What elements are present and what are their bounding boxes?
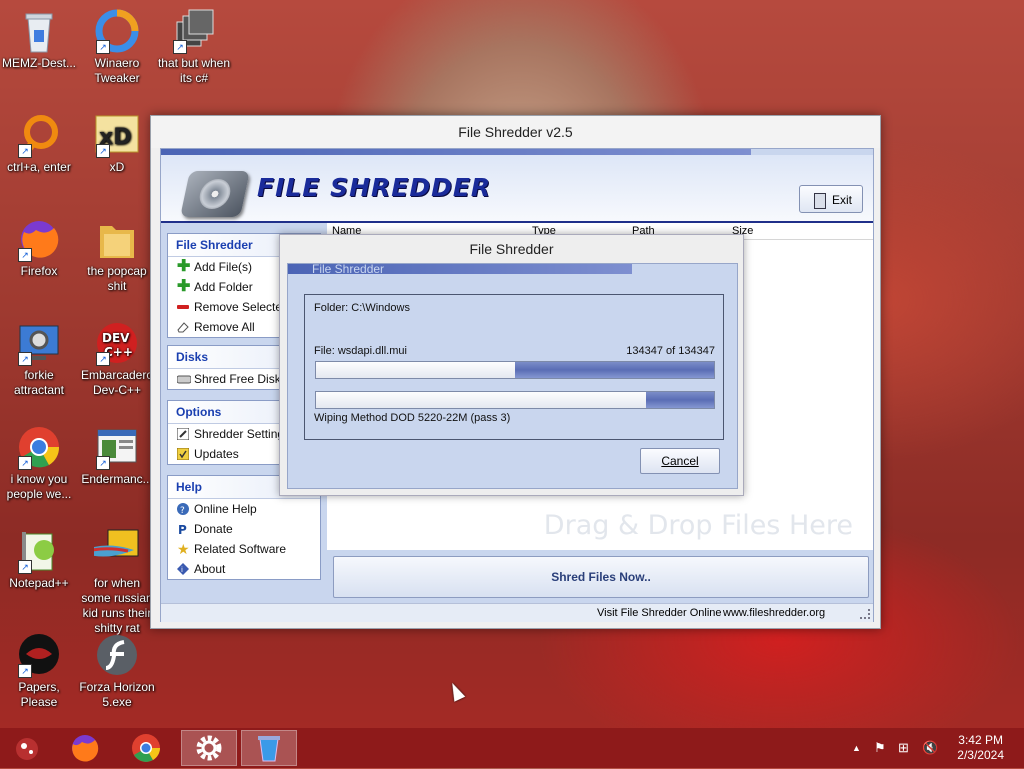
- desktop-icon-popcap[interactable]: the popcap shit: [78, 216, 156, 294]
- website-link[interactable]: www.fileshredder.org: [723, 604, 825, 622]
- door-icon: [814, 193, 826, 209]
- stacked-windows-icon: ↗: [171, 8, 217, 54]
- shred-files-now-button[interactable]: Shred Files Now..: [333, 556, 869, 598]
- help-icon: ?: [177, 503, 189, 516]
- plus-icon: ✚: [177, 258, 191, 275]
- wiping-method-label: Wiping Method DOD 5220-22M (pass 3): [314, 412, 511, 424]
- desktop-icon-memz[interactable]: MEMZ-Dest...: [0, 8, 78, 71]
- pass-progress-bar: [315, 391, 715, 409]
- plus-icon: ✚: [177, 278, 191, 295]
- visit-online-link[interactable]: Visit File Shredder Online: [597, 604, 722, 622]
- eraser-icon: [177, 321, 189, 333]
- sidebar-item-donate[interactable]: P Donate: [168, 519, 320, 539]
- svg-text:i: i: [181, 566, 183, 574]
- desktop-icon-csharp[interactable]: ↗ that but when its c#: [155, 8, 233, 86]
- taskbar-chrome[interactable]: [121, 730, 171, 766]
- app-logo: FILE SHREDDER: [257, 173, 492, 202]
- overall-progress-fill: [515, 362, 714, 378]
- window-title[interactable]: File Shredder v2.5: [151, 116, 880, 148]
- desktop-icon-winaero[interactable]: ↗ Winaero Tweaker: [78, 8, 156, 86]
- desktop-icon-forza[interactable]: Forza Horizon 5.exe: [78, 632, 156, 710]
- dialog-client-area: File Shredder Folder: C:\Windows File: w…: [287, 263, 738, 489]
- pass-progress-fill: [646, 392, 714, 408]
- action-center-flag-icon[interactable]: ⚑: [874, 728, 886, 768]
- network-icon[interactable]: ⊞: [898, 728, 909, 768]
- cancel-button[interactable]: Cancel: [640, 448, 720, 474]
- taskbar-file-shredder[interactable]: [241, 730, 297, 766]
- sidebar-item-about[interactable]: i About: [168, 559, 320, 579]
- devcpp-icon: DEV C++ ↗: [94, 320, 140, 366]
- system-clock[interactable]: 3:42 PM 2/3/2024: [957, 733, 1004, 763]
- document-window-icon: ↗: [94, 424, 140, 470]
- desktop-icon-papers-please[interactable]: ↗ Papers, Please: [0, 632, 78, 710]
- desktop-icon-endermanch[interactable]: ↗ Endermanc...: [78, 424, 156, 487]
- memz-icon: [16, 738, 38, 760]
- updates-icon: [176, 447, 190, 461]
- desktop-icon-chrome[interactable]: ↗ i know you people we...: [0, 424, 78, 502]
- sidebar-item-online-help[interactable]: ? Online Help: [168, 499, 320, 519]
- notepadpp-icon: ↗: [16, 528, 62, 574]
- hxd-icon: xD ↗: [94, 112, 140, 158]
- disk-icon: [176, 373, 192, 385]
- desktop-icon-ctrl-a[interactable]: ↗ ctrl+a, enter: [0, 112, 78, 175]
- desktop-icon-firefox[interactable]: ↗ Firefox: [0, 216, 78, 279]
- legacy-dialog-title: File Shredder: [288, 264, 632, 274]
- show-hidden-icons[interactable]: ▲: [852, 728, 861, 768]
- taskbar: ▲ ⚑ ⊞ 🔇 3:42 PM 2/3/2024: [0, 728, 1024, 768]
- desktop-icon-russian-rat[interactable]: for when some russian kid runs their shi…: [78, 528, 156, 636]
- hard-drive-icon: [180, 171, 250, 217]
- desktop-icon-notepadpp[interactable]: ↗ Notepad++: [0, 528, 78, 591]
- desktop-icon-xd[interactable]: xD ↗ xD: [78, 112, 156, 175]
- app-banner: FILE SHREDDER Exit: [161, 155, 873, 223]
- star-icon: ★: [177, 541, 190, 557]
- taskbar-firefox[interactable]: [60, 730, 110, 766]
- resize-grip[interactable]: [860, 609, 870, 619]
- status-bar: Visit File Shredder Online www.fileshred…: [161, 603, 873, 622]
- svg-text:DEV: DEV: [102, 331, 130, 345]
- progress-frame: Folder: C:\Windows File: wsdapi.dll.mui …: [304, 294, 724, 440]
- firefox-icon: ↗: [16, 216, 62, 262]
- paypal-icon: P: [177, 523, 189, 537]
- chrome-icon: ↗: [16, 424, 62, 470]
- info-icon: i: [177, 563, 189, 575]
- chrome-icon: [132, 734, 160, 762]
- monitor-gear-icon: ↗: [16, 320, 62, 366]
- mouse-cursor: [446, 680, 466, 702]
- minus-icon: [177, 301, 189, 313]
- winaero-icon: ↗: [94, 8, 140, 54]
- folder-icon: [94, 216, 140, 262]
- flash-icon: [94, 632, 140, 678]
- settings-icon: [176, 427, 190, 441]
- sidebar-item-related-software[interactable]: ★ Related Software: [168, 539, 320, 559]
- fish-icon: [80, 528, 140, 574]
- shredding-progress-dialog[interactable]: File Shredder File Shredder Folder: C:\W…: [279, 234, 744, 496]
- volume-muted-icon[interactable]: 🔇: [922, 728, 938, 768]
- file-shredder-icon: [258, 736, 280, 762]
- exit-button[interactable]: Exit: [799, 185, 863, 213]
- desktop-icon-forkie[interactable]: ↗ forkie attractant: [0, 320, 78, 398]
- desktop-icon-devcpp[interactable]: DEV C++ ↗ Embarcadero Dev-C++: [78, 320, 156, 398]
- firefox-icon: [72, 735, 99, 762]
- file-label: File: wsdapi.dll.mui: [314, 345, 407, 357]
- recycle-bin-icon: [16, 8, 62, 54]
- settings-gear-icon: [196, 735, 222, 761]
- taskbar-memz[interactable]: [2, 730, 52, 766]
- papers-please-icon: ↗: [16, 632, 62, 678]
- dialog-title[interactable]: File Shredder: [280, 235, 743, 263]
- svg-text:?: ?: [180, 506, 185, 515]
- orange-ring-icon: ↗: [16, 112, 62, 158]
- drag-drop-hint: Drag & Drop Files Here: [543, 510, 853, 541]
- file-count: 134347 of 134347: [626, 345, 715, 357]
- folder-label: Folder: C:\Windows: [314, 302, 410, 314]
- overall-progress-bar: [315, 361, 715, 379]
- taskbar-settings[interactable]: [181, 730, 237, 766]
- svg-text:P: P: [178, 523, 187, 535]
